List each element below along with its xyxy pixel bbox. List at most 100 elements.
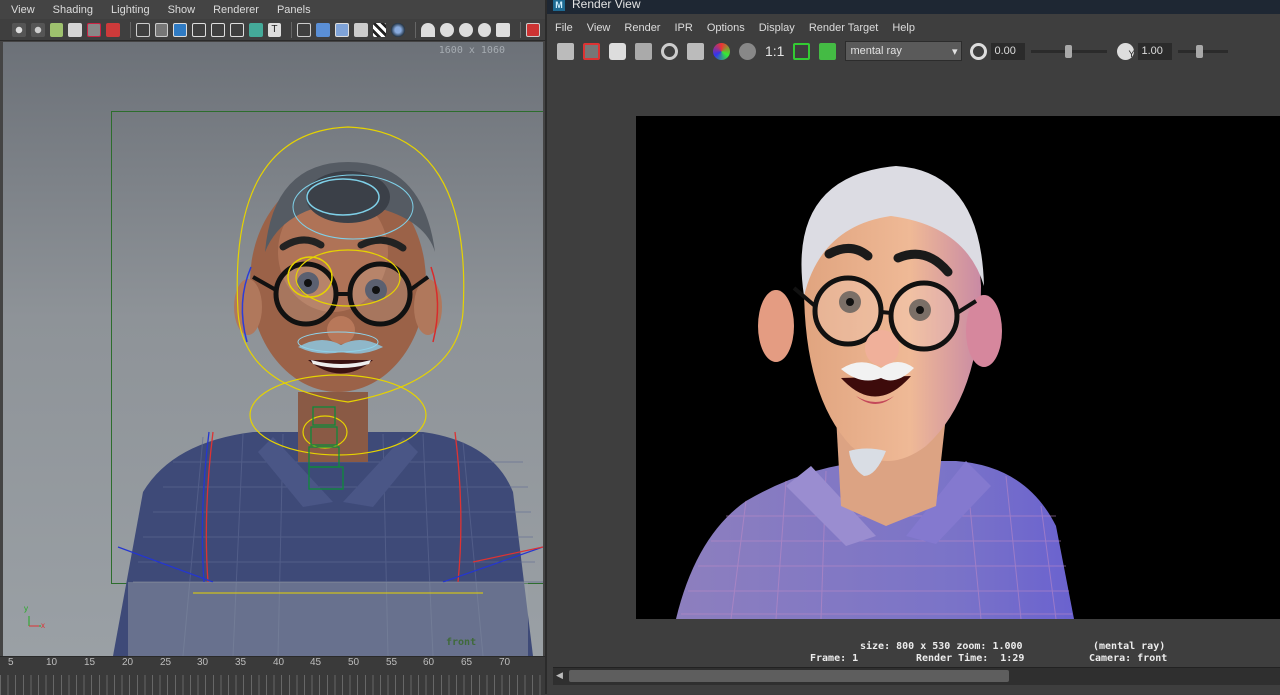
menu-renderer[interactable]: Renderer — [202, 4, 266, 16]
menu-file[interactable]: File — [547, 22, 579, 34]
scrollbar-thumb[interactable] — [569, 670, 1009, 682]
wireframe-on-shaded-icon[interactable] — [334, 22, 349, 37]
menu-panels[interactable]: Panels — [266, 4, 318, 16]
refresh-icon[interactable] — [661, 42, 678, 60]
modeling-viewport-panel: View Shading Lighting Show Renderer Pane… — [0, 0, 545, 695]
menu-show[interactable]: Show — [157, 4, 203, 16]
render-view-window: M Render View File View Render IPR Optio… — [545, 0, 1280, 694]
exposure-icon — [970, 42, 988, 60]
exposure-field[interactable]: 0.00 — [991, 42, 1026, 60]
resolution-gate-icon[interactable] — [173, 22, 188, 37]
frame-info: Frame: 1 — [810, 653, 859, 664]
grid-icon[interactable] — [135, 22, 150, 37]
use-default-material-icon[interactable] — [391, 22, 406, 37]
timeline-tick: 40 — [273, 657, 285, 668]
menu-shading[interactable]: Shading — [42, 4, 100, 16]
timeline-tick: 50 — [348, 657, 360, 668]
camera-info: Camera: front — [1089, 653, 1168, 664]
timeline-tick: 10 — [46, 657, 58, 668]
gamma-field[interactable]: 1.00 — [1138, 42, 1173, 60]
timeline-tick: 60 — [423, 657, 435, 668]
timeline-tick: 15 — [84, 657, 96, 668]
axis-x-label: x — [41, 621, 45, 630]
viewport-toolbar: T — [0, 19, 545, 41]
renderer-selected: mental ray — [850, 45, 902, 57]
menu-render[interactable]: Render — [616, 22, 666, 34]
remove-image-icon[interactable] — [819, 42, 837, 60]
character-rig-view[interactable] — [3, 42, 543, 656]
menu-view[interactable]: View — [0, 4, 42, 16]
film-gate-icon[interactable] — [154, 22, 169, 37]
exposure-slider[interactable] — [1031, 44, 1108, 58]
checker-icon[interactable] — [372, 22, 387, 37]
timeline-tick: 35 — [235, 657, 247, 668]
horizontal-scrollbar[interactable]: ◀ — [553, 667, 1280, 685]
image-plane-icon[interactable] — [68, 22, 83, 37]
window-title: Render View — [572, 0, 641, 11]
menu-display[interactable]: Display — [751, 22, 801, 34]
wireframe-icon[interactable] — [297, 22, 312, 37]
render-size-info: size: 800 x 530 zoom: 1.000 — [860, 641, 1023, 652]
menu-ipr[interactable]: IPR — [666, 22, 698, 34]
gamma-icon: Y — [1117, 42, 1135, 60]
gamma-slider[interactable] — [1178, 44, 1229, 58]
select-camera-icon[interactable] — [12, 22, 26, 37]
timeline-tick: 5 — [8, 657, 14, 668]
timeline-tick: 20 — [122, 657, 134, 668]
render-region-icon[interactable] — [635, 42, 652, 60]
renderer-dropdown[interactable]: mental ray ▾ — [845, 41, 963, 61]
render-settings-icon[interactable] — [687, 42, 704, 60]
menu-lighting[interactable]: Lighting — [100, 4, 157, 16]
render-view-titlebar[interactable]: M Render View — [547, 0, 1280, 14]
chevron-down-icon: ▾ — [951, 45, 958, 58]
axis-y-label: y — [24, 604, 28, 613]
render-frame-icon[interactable] — [557, 42, 574, 60]
real-size-button[interactable]: 1:1 — [765, 43, 784, 59]
safe-action-icon[interactable] — [229, 22, 244, 37]
snapshot-icon[interactable] — [609, 42, 626, 60]
screen-space-ao-icon[interactable] — [458, 22, 473, 37]
rendered-image — [636, 116, 1280, 619]
render-time-info: Render Time: 1:29 — [916, 653, 1025, 664]
menu-options[interactable]: Options — [699, 22, 751, 34]
viewport-menubar: View Shading Lighting Show Renderer Pane… — [0, 0, 545, 19]
ipr-render-icon[interactable] — [583, 42, 600, 60]
smooth-shade-icon[interactable] — [316, 22, 330, 37]
menu-render-target[interactable]: Render Target — [801, 22, 885, 34]
timeline-tick: 45 — [310, 657, 322, 668]
menu-help[interactable]: Help — [884, 22, 921, 34]
hud-text-icon[interactable]: T — [267, 22, 282, 37]
two-d-pan-icon[interactable] — [87, 22, 102, 37]
timeline-tick: 70 — [499, 657, 511, 668]
textured-icon[interactable] — [353, 22, 368, 37]
timeline-tick: 30 — [197, 657, 209, 668]
camera-attributes-icon[interactable] — [30, 22, 45, 37]
multisample-icon[interactable] — [496, 22, 511, 37]
field-chart-icon[interactable] — [211, 22, 225, 37]
grease-pencil-icon[interactable] — [106, 22, 120, 37]
lights-icon[interactable] — [421, 22, 435, 37]
scene-viewport[interactable]: 1600 x 1060 y x front — [3, 42, 543, 656]
safe-title-icon[interactable] — [248, 22, 263, 37]
timeline-tick: 65 — [461, 657, 473, 668]
timeline-tick: 25 — [160, 657, 172, 668]
shadows-icon[interactable] — [439, 22, 454, 37]
render-view-toolbar: 1:1 mental ray ▾ 0.00 Y 1.00 — [547, 38, 1280, 64]
renderer-info: (mental ray) — [1093, 641, 1166, 652]
camera-name-label: front — [446, 637, 477, 648]
rgb-channel-icon[interactable] — [713, 42, 730, 60]
render-canvas[interactable] — [553, 66, 1280, 666]
rendered-character — [676, 166, 1074, 619]
menu-view[interactable]: View — [579, 22, 617, 34]
time-slider[interactable]: 5 10 15 20 25 30 35 40 45 50 55 60 65 70 — [0, 656, 545, 695]
scroll-left-icon[interactable]: ◀ — [556, 670, 563, 681]
gate-mask-icon[interactable] — [192, 22, 207, 37]
keep-image-icon[interactable] — [793, 42, 811, 60]
maya-logo-icon: M — [553, 0, 565, 11]
isolate-select-icon[interactable] — [526, 22, 540, 37]
timeline-tick: 55 — [386, 657, 398, 668]
motion-blur-icon[interactable] — [477, 22, 492, 37]
bookmark-icon[interactable] — [49, 22, 64, 37]
alpha-channel-icon[interactable] — [739, 42, 756, 60]
render-view-menubar: File View Render IPR Options Display Ren… — [547, 18, 1280, 38]
